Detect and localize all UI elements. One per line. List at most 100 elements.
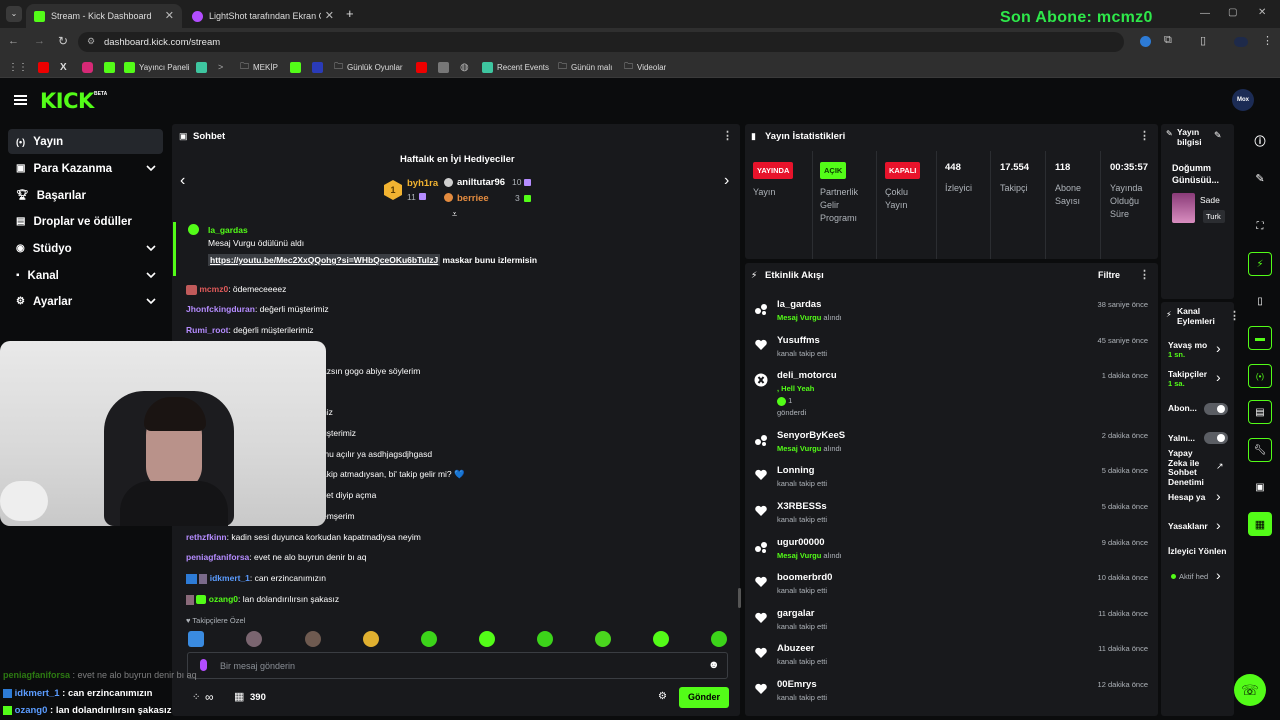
emote-blue-heart-icon[interactable] <box>188 631 204 647</box>
sidebar-item-para-kazanma[interactable]: ▣ Para Kazanma <box>8 156 163 181</box>
tab-lightshot[interactable]: LightShot tarafından Ekran Gör ✕ <box>184 4 342 28</box>
kick-logo[interactable]: KICK <box>40 89 94 113</box>
viewer-redirect-row[interactable]: İzleyici Yönlen <box>1168 546 1234 556</box>
activity-item[interactable]: la_gardas Mesaj Vurgu alındı 38 saniye önc… <box>754 299 1150 333</box>
sidebar-item-ayarlar[interactable]: ⚙ Ayarlar <box>8 289 163 314</box>
minimize-window-icon[interactable]: — <box>1200 8 1210 19</box>
user-avatar[interactable]: Mox <box>1232 89 1254 111</box>
broadcast-toggle-icon[interactable]: (•) <box>1248 364 1272 388</box>
activity-username[interactable]: Abuzeer <box>777 643 814 654</box>
sidebar-item-kanal[interactable]: ▪ Kanal <box>8 263 163 288</box>
activity-more-icon[interactable]: ⋮ <box>1139 268 1150 281</box>
emote-kick-6-icon[interactable] <box>711 631 727 647</box>
bookmark-kick-2[interactable] <box>290 59 301 75</box>
activity-item[interactable]: Lonning kanalı takip etti 5 dakika önce <box>754 465 1150 499</box>
chat-username[interactable]: peniagfaniforsa <box>186 552 249 562</box>
expand-leaderboard-icon[interactable]: ⩡ <box>452 209 457 220</box>
chevron-right-icon[interactable]: › <box>1216 340 1221 356</box>
chevron-right-icon[interactable]: › <box>1216 517 1221 533</box>
bookmark-instagram[interactable] <box>82 59 93 75</box>
bookmark-videolar[interactable]: 🗀 Videolar <box>624 59 666 75</box>
extension-icon[interactable] <box>1140 36 1151 47</box>
emote-kick-1-icon[interactable] <box>421 631 437 647</box>
chat-username[interactable]: idkmert_1 <box>210 573 250 583</box>
bookmark-globe[interactable]: ◍ <box>460 59 469 75</box>
bookmark-blue[interactable] <box>312 59 323 75</box>
activity-item[interactable]: deli_motorcu , Hell Yeah 1 gönderdi 1 dakik… <box>754 370 1150 417</box>
chat-username[interactable]: mcmz0 <box>199 284 228 294</box>
reload-icon[interactable]: ↻ <box>58 34 68 48</box>
emote-kick-5-icon[interactable] <box>653 631 669 647</box>
bookmark-recent-events[interactable]: Recent Events <box>482 59 549 75</box>
bookmark-youtube[interactable] <box>38 59 49 75</box>
new-tab-button[interactable]: + <box>346 6 354 21</box>
emote-kick-2-icon[interactable] <box>479 631 495 647</box>
send-button[interactable]: Gönder <box>679 687 729 708</box>
account-age-row[interactable]: Hesap ya <box>1168 492 1214 502</box>
support-chat-button[interactable]: ☏ <box>1234 674 1266 706</box>
apps-icon[interactable]: ⋮⋮ <box>8 59 28 75</box>
chat-username[interactable]: Jhonfckingduran <box>186 304 255 314</box>
edit-stream-icon[interactable]: ✎ <box>1248 166 1272 190</box>
edit-icon[interactable]: ✎ <box>1214 130 1222 141</box>
channel-actions-more-icon[interactable]: ⋮ <box>1229 309 1240 322</box>
bookmark-gunun-mali[interactable]: 🗀 Günün malı <box>558 59 612 75</box>
close-tab-icon[interactable]: ✕ <box>325 9 334 22</box>
activity-username[interactable]: Yusuffms <box>777 335 820 346</box>
emote-face-icon[interactable] <box>305 631 321 647</box>
emote-kick-4-icon[interactable] <box>595 631 611 647</box>
activity-username[interactable]: 00Emrys <box>777 679 817 690</box>
chat-more-icon[interactable]: ⋮ <box>722 129 733 142</box>
bookmark-image[interactable] <box>438 59 449 75</box>
forward-icon[interactable]: → <box>34 35 45 47</box>
bookmark-app[interactable] <box>196 59 207 75</box>
emote-only-toggle[interactable] <box>1204 432 1228 444</box>
activity-username[interactable]: SenyorByKeeS <box>777 430 845 441</box>
filter-button[interactable]: Filtre <box>1098 270 1120 280</box>
sidebar-toggle-icon[interactable]: ▯ <box>1200 34 1206 47</box>
restore-window-icon[interactable]: ▢ <box>1228 7 1237 18</box>
ai-moderation-row[interactable]: Yapay Zeka ile Sohbet Denetimi <box>1168 448 1214 487</box>
chevron-right-icon[interactable]: › <box>1216 488 1221 504</box>
bookmark-yayinci-paneli[interactable]: Yayıncı Paneli <box>124 59 190 75</box>
chat-scrollbar[interactable] <box>738 588 741 608</box>
bookmark-x[interactable]: X <box>60 59 67 75</box>
leaderboard-next-icon[interactable]: › <box>724 172 729 190</box>
chat-username[interactable]: rethzfkinn <box>186 532 227 542</box>
activity-username[interactable]: boomerbrd0 <box>777 572 832 583</box>
emote-sunglasses-icon[interactable] <box>363 631 379 647</box>
activity-username[interactable]: Lonning <box>777 465 814 476</box>
close-tab-icon[interactable]: ✕ <box>165 9 174 22</box>
tab-kick-dashboard[interactable]: Stream - Kick Dashboard ✕ <box>26 4 182 28</box>
activity-item[interactable]: X3RBESSs kanalı takip etti 5 dakika önce <box>754 501 1150 535</box>
bookmark-terminal[interactable]: > <box>218 59 223 75</box>
quick-action-bolt-icon[interactable]: ⚡︎ <box>1248 252 1272 276</box>
wrench-icon[interactable]: 🔧︎ <box>1248 438 1272 462</box>
sidebar-item-droplar[interactable]: ▤ Droplar ve ödüller <box>8 209 163 234</box>
activity-username[interactable]: gargalar <box>777 608 815 619</box>
activity-username[interactable]: la_gardas <box>777 299 821 310</box>
clapperboard-icon[interactable]: ▦ <box>1248 512 1272 536</box>
banned-users-row[interactable]: Yasaklanr <box>1168 521 1214 531</box>
highlight-user[interactable]: la_gardas <box>208 225 248 235</box>
profile-icon[interactable] <box>1234 37 1248 47</box>
bookmark-mekip[interactable]: 🗀 MEKİP <box>240 59 278 75</box>
bookmark-kick[interactable] <box>104 59 115 75</box>
activity-item[interactable]: SenyorByKeeS Mesaj Vurgu alındı 2 dakika ö… <box>754 430 1150 464</box>
chat-username[interactable]: ozang0 <box>209 594 238 604</box>
hamburger-menu-icon[interactable] <box>14 95 27 105</box>
emote-character-icon[interactable] <box>246 631 262 647</box>
archive-icon[interactable]: ▣ <box>1248 475 1272 499</box>
mic-icon[interactable] <box>200 659 207 671</box>
chevron-right-icon[interactable]: › <box>1216 567 1221 583</box>
emoji-icon[interactable]: ☻ <box>708 659 720 671</box>
activity-item[interactable]: Yusuffms kanalı takip etti 45 saniye önce <box>754 335 1150 369</box>
activity-username[interactable]: ugur00000 <box>777 537 825 548</box>
close-window-icon[interactable]: ✕ <box>1258 7 1266 18</box>
stats-more-icon[interactable]: ⋮ <box>1139 129 1150 142</box>
highlight-link[interactable]: https://youtu.be/Mec2XxQQohg?si=WHbQceOK… <box>208 254 441 266</box>
chat-username[interactable]: Rumi_root <box>186 325 229 335</box>
emote-kick-3-icon[interactable] <box>537 631 553 647</box>
active-host-row[interactable]: Aktif hed <box>1179 572 1213 581</box>
sidebar-item-basarilar[interactable]: 🏆︎ Başarılar <box>8 183 163 208</box>
